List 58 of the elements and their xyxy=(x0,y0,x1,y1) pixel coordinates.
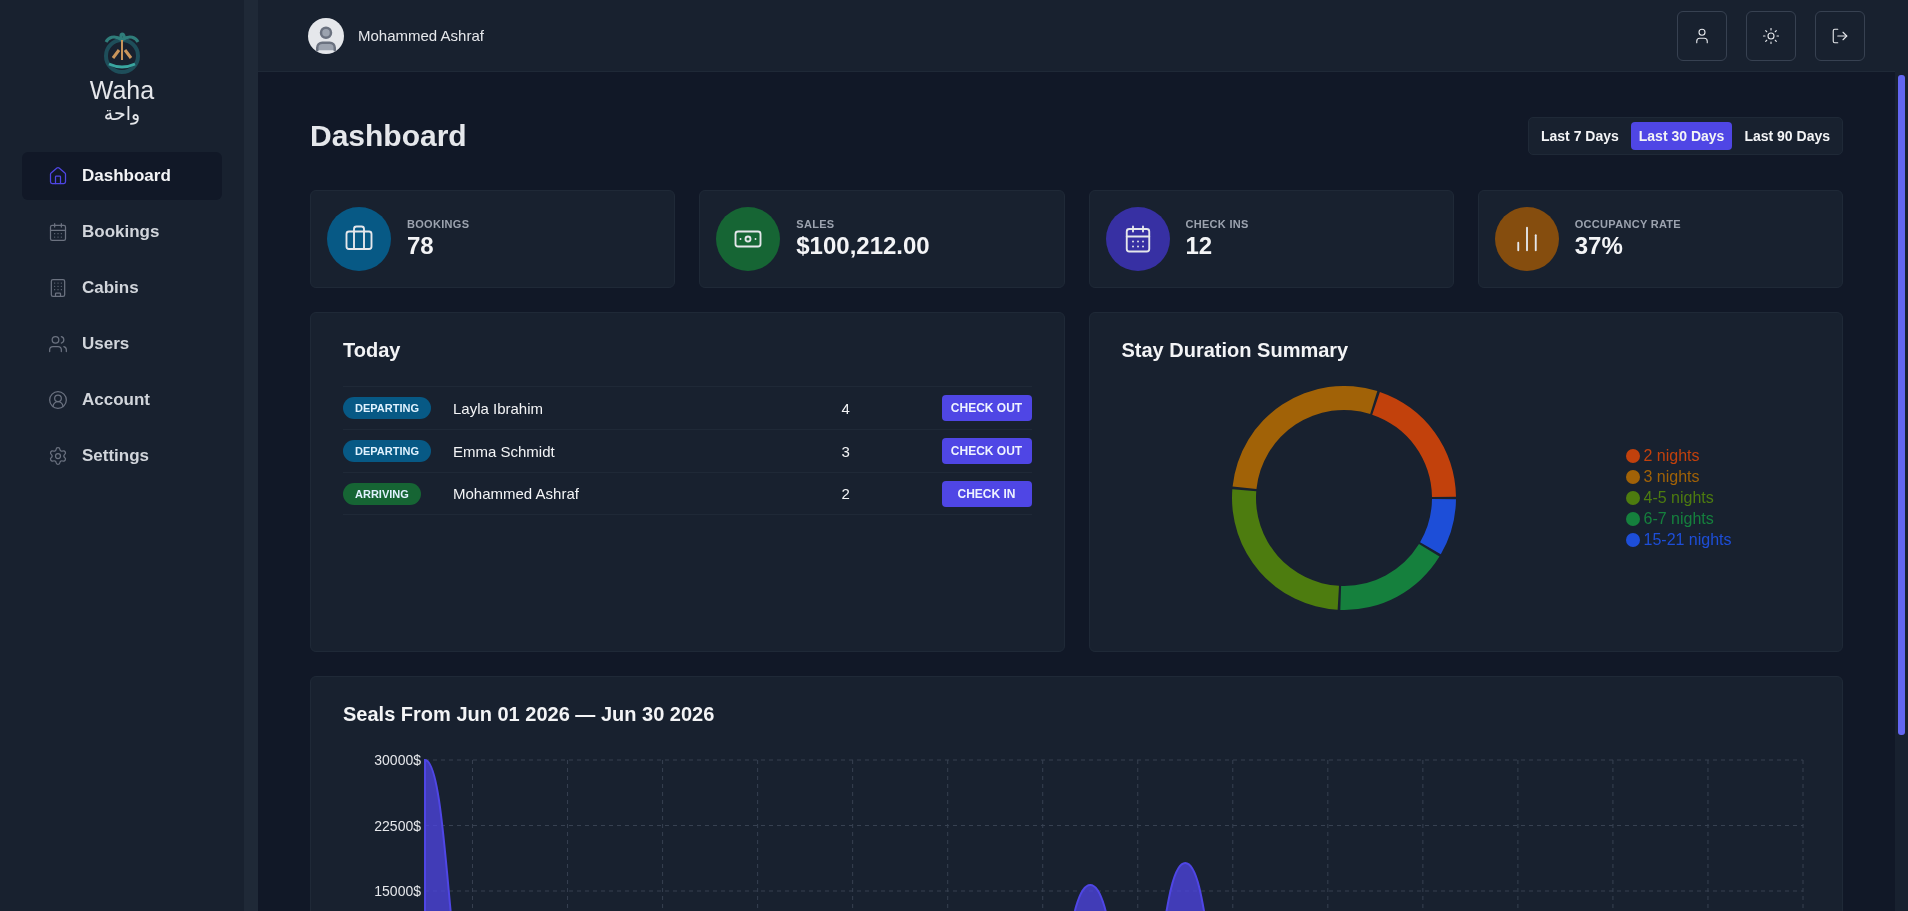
logo-text: Waha xyxy=(89,78,155,103)
profile-button[interactable] xyxy=(1677,10,1727,61)
stat-label: CHECK INS xyxy=(1185,218,1249,230)
avatar xyxy=(308,17,344,54)
stat-label: OCCUPANCY RATE xyxy=(1574,218,1681,230)
guest-name: Layla Ibrahim xyxy=(453,399,545,417)
stat-value: $100,212.00 xyxy=(796,232,930,260)
axis-label: 22500$ xyxy=(374,817,421,834)
building-icon xyxy=(48,277,68,298)
home-icon xyxy=(48,165,68,186)
nav-item[interactable]: Account xyxy=(22,375,222,424)
panel-title: Today xyxy=(343,339,402,362)
status-badge: ARRIVING xyxy=(343,482,421,505)
nav-item[interactable]: Settings xyxy=(22,431,222,480)
logo-text: واحة xyxy=(103,103,141,124)
stat-value: 12 xyxy=(1185,232,1214,260)
stat-value: 37% xyxy=(1574,232,1624,260)
action-button[interactable]: CHECK OUT xyxy=(941,438,1032,464)
nav-item[interactable]: Dashboard xyxy=(22,151,222,200)
nav-item[interactable]: Bookings xyxy=(22,207,222,256)
legend-label: 2 nights xyxy=(1625,447,1732,465)
scrollbar-thumb[interactable] xyxy=(1898,75,1905,735)
theme-button[interactable] xyxy=(1746,10,1796,61)
nights-count: 3 xyxy=(841,442,851,460)
nights-count: 4 xyxy=(841,399,851,417)
stat-value: 78 xyxy=(407,232,435,260)
stat-label: SALES xyxy=(796,218,836,230)
action-button[interactable]: CHECK IN xyxy=(941,480,1032,507)
legend-label: 4-5 nights xyxy=(1625,489,1732,507)
user-icon xyxy=(1693,26,1711,45)
user-name: Mohammed Ashraf xyxy=(358,27,485,44)
axis-label: 30000$ xyxy=(374,752,421,768)
filter-option[interactable]: Last 7 Days xyxy=(1532,122,1627,150)
user-circle-icon xyxy=(48,389,68,410)
page-title: Dashboard xyxy=(310,119,467,153)
axis-label: 15000$ xyxy=(374,883,421,899)
logout-button[interactable] xyxy=(1815,10,1865,61)
stat-label: BOOKINGS xyxy=(407,218,470,230)
logout-icon xyxy=(1831,26,1849,45)
panel-title: Seals From Jun 01 2026 — Jun 30 2026 xyxy=(343,703,716,726)
guest-name: Mohammed Ashraf xyxy=(453,485,580,502)
guest-name: Emma Schmidt xyxy=(453,442,556,460)
settings-icon xyxy=(48,445,68,466)
panel-title: Stay Duration Summary xyxy=(1121,339,1350,362)
nights-count: 2 xyxy=(841,485,851,502)
legend-label: 3 nights xyxy=(1625,468,1732,486)
legend-label: 15-21 nights xyxy=(1625,531,1732,549)
filter-option[interactable]: Last 30 Days xyxy=(1630,122,1733,150)
nav-item[interactable]: Cabins xyxy=(22,263,222,312)
users-icon xyxy=(48,333,68,354)
legend-label: 6-7 nights xyxy=(1625,510,1732,528)
nav-item[interactable]: Users xyxy=(22,319,222,368)
status-badge: DEPARTING xyxy=(343,397,431,419)
status-badge: DEPARTING xyxy=(343,440,431,462)
calendar-icon xyxy=(48,221,68,242)
sun-icon xyxy=(1762,26,1780,45)
action-button[interactable]: CHECK OUT xyxy=(941,395,1032,421)
filter-option[interactable]: Last 90 Days xyxy=(1736,122,1838,150)
